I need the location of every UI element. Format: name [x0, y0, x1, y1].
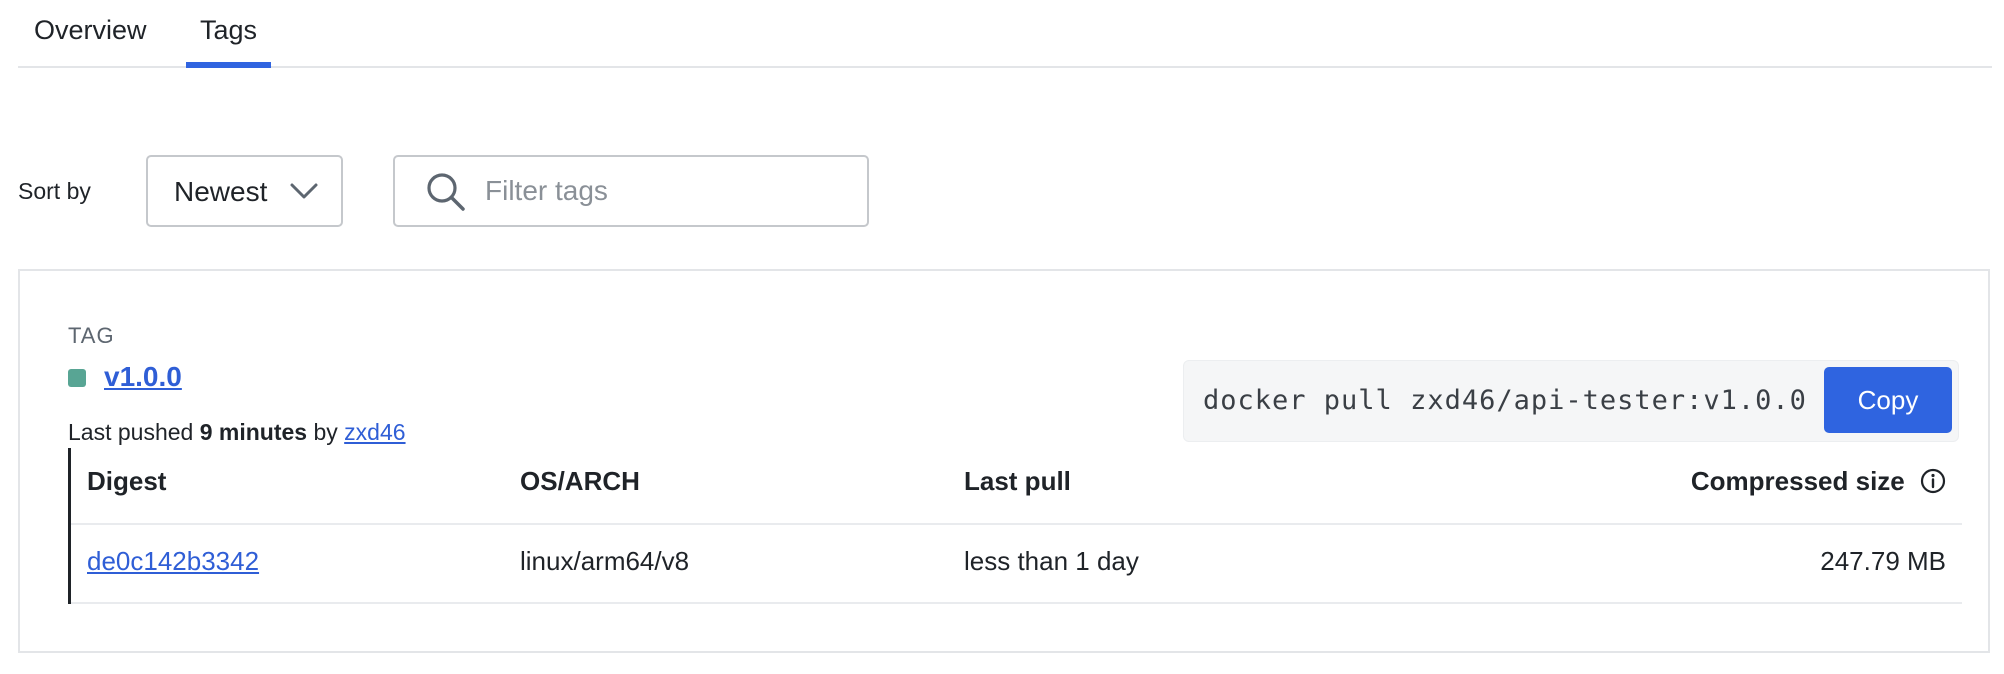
- tab-bar: Overview Tags: [18, 0, 1992, 68]
- copy-button[interactable]: Copy: [1824, 367, 1952, 433]
- compressed-size-label: Compressed size: [1690, 466, 1905, 496]
- column-header-compressed-size: Compressed size: [1691, 464, 1946, 498]
- compressed-size-cell: 247.79 MB: [1820, 546, 1946, 576]
- info-icon[interactable]: [1920, 468, 1946, 494]
- sort-label: Sort by: [18, 178, 91, 204]
- column-header-digest: Digest: [87, 466, 167, 496]
- by-text: by: [313, 419, 338, 445]
- table-divider: [71, 602, 1962, 604]
- table-divider: [71, 523, 1962, 525]
- last-pushed-time: 9 minutes: [199, 419, 308, 445]
- pull-command-text[interactable]: docker pull zxd46/api-tester:v1.0.0: [1203, 383, 1807, 419]
- sort-select[interactable]: Newest: [146, 155, 343, 227]
- search-icon: [427, 173, 465, 211]
- os-arch-cell: linux/arm64/v8: [520, 546, 690, 576]
- last-pull-cell: less than 1 day: [964, 546, 1139, 576]
- tab-overview[interactable]: Overview: [34, 10, 147, 66]
- tag-name-link[interactable]: v1.0.0: [104, 359, 182, 395]
- sort-value: Newest: [174, 176, 268, 207]
- column-header-last-pull: Last pull: [964, 466, 1071, 496]
- filter-field: [393, 155, 869, 227]
- tab-tags[interactable]: Tags: [185, 10, 272, 68]
- digest-link[interactable]: de0c142b3342: [87, 544, 259, 578]
- last-pushed-prefix: Last pushed: [68, 419, 194, 445]
- tag-card: TAG v1.0.0 Last pushed 9 minutes by zxd4…: [18, 269, 1990, 653]
- chevron-down-icon: [290, 183, 318, 199]
- tag-status-dot: [68, 369, 86, 387]
- pull-command-box: docker pull zxd46/api-tester:v1.0.0 Copy: [1183, 360, 1959, 442]
- digest-table: Digest OS/ARCH Last pull Compressed size…: [68, 448, 1962, 604]
- filter-tags-input[interactable]: [485, 171, 845, 211]
- last-pushed-info: Last pushed 9 minutes by zxd46: [68, 417, 406, 447]
- pushed-by-link[interactable]: zxd46: [344, 419, 405, 445]
- tag-heading: TAG: [68, 323, 115, 348]
- column-header-os-arch: OS/ARCH: [520, 466, 640, 496]
